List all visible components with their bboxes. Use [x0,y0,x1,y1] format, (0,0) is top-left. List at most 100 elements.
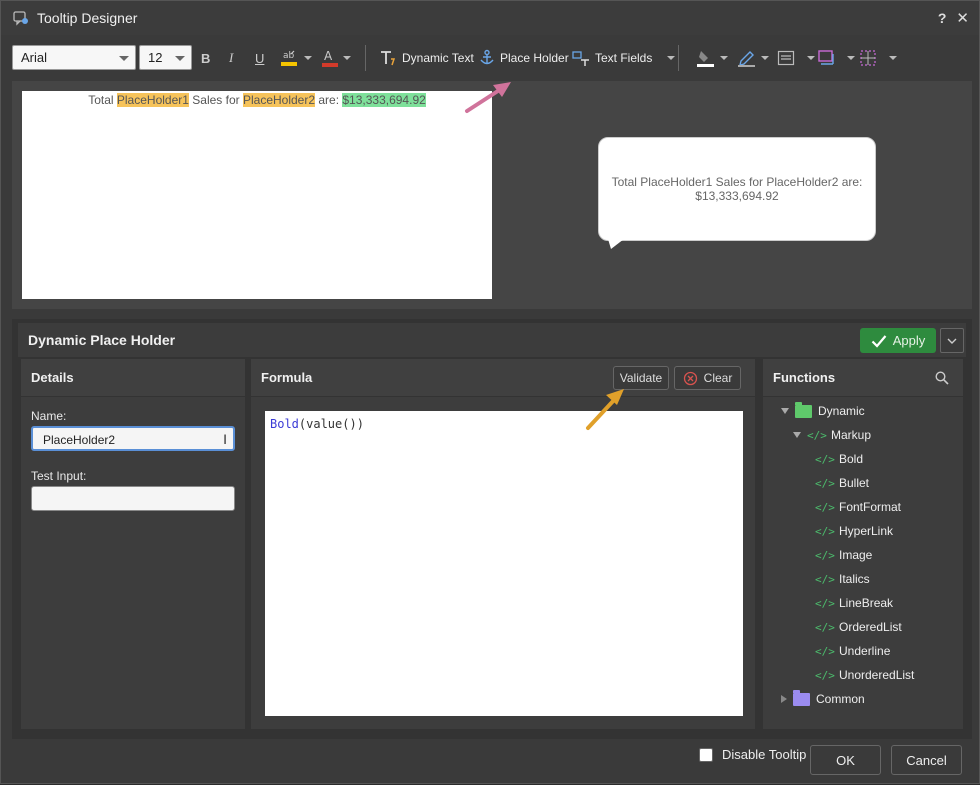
dynamic-text-button[interactable]: Dynamic Text [379,47,474,69]
test-input-field[interactable] [31,486,235,511]
function-item-label: HyperLink [839,524,894,538]
font-size-select[interactable]: 12 [139,45,192,70]
tree-node-markup[interactable]: </> Markup [793,425,871,445]
preview-text: Sales for [188,93,243,107]
function-item-fontformat[interactable]: </> FontFormat [815,497,901,517]
tree-node-dynamic[interactable]: Dynamic [781,401,865,421]
padding-button[interactable] [859,47,897,69]
tooltip-editor-canvas[interactable]: Total PlaceHolder1 Sales for PlaceHolder… [22,91,492,299]
shadow-box-icon [818,50,834,65]
chevron-down-icon [807,56,815,60]
name-field-value: PlaceHolder2 [43,433,116,447]
clear-icon [683,371,697,385]
name-field[interactable]: PlaceHolder2 I [31,426,235,451]
code-icon: </> [815,452,835,466]
code-icon: </> [815,500,835,514]
ok-button[interactable]: OK [810,745,881,775]
name-label: Name: [31,409,67,423]
function-item-hyperlink[interactable]: </> HyperLink [815,521,893,541]
function-item-label: Underline [839,644,891,658]
checkmark-icon [871,334,887,348]
tree-node-label: Common [816,692,865,706]
tooltip-designer-window: Tooltip Designer ? ✕ Arial 12 B I U ab A… [0,0,980,784]
formula-section: Formula Validate Clear Bold(value()) [251,359,755,729]
disable-tooltip-label[interactable]: Disable Tooltip [722,747,806,762]
help-icon[interactable]: ? [938,10,947,26]
bold-button[interactable]: B [201,47,210,69]
text-cursor-icon: I [223,431,227,447]
window-title: Tooltip Designer [37,10,138,26]
collapse-panel-button[interactable] [940,328,964,353]
function-item-bold[interactable]: </> Bold [815,449,863,469]
cancel-button[interactable]: Cancel [891,745,962,775]
font-color-icon: A [322,49,338,67]
alignment-button[interactable] [777,47,815,69]
chevron-down-icon [720,56,728,60]
border-color-button[interactable] [737,47,769,69]
font-color-button[interactable]: A [321,47,351,69]
placeholder1-token[interactable]: PlaceHolder1 [116,93,189,107]
chevron-down-icon [119,56,129,61]
functions-title: Functions [773,370,836,385]
expand-arrow-icon[interactable] [793,432,801,438]
formula-function-token: Bold [270,417,299,431]
function-item-label: Bullet [839,476,870,490]
code-icon: </> [815,476,835,490]
chevron-down-icon [343,56,351,60]
shadow-button[interactable] [817,47,855,69]
function-item-italics[interactable]: </> Italics [815,569,870,589]
chevron-down-icon [175,56,185,61]
app-icon [13,11,28,26]
dynamic-text-label: Dynamic Text [402,51,474,65]
formula-title: Formula [261,370,313,385]
font-family-value: Arial [21,50,48,65]
code-icon: </> [807,428,827,442]
tree-node-common[interactable]: Common [781,689,865,709]
function-item-underline[interactable]: </> Underline [815,641,890,661]
place-holder-button[interactable]: Place Holder [479,47,569,69]
panel-header: Dynamic Place Holder Apply [18,323,966,357]
dynamic-value-token[interactable]: $13,333,694.92 [342,93,426,107]
place-holder-label: Place Holder [500,51,569,65]
chevron-down-icon[interactable] [667,56,676,60]
fill-color-button[interactable] [696,47,728,69]
function-item-label: Bold [839,452,864,466]
function-item-bullet[interactable]: </> Bullet [815,473,869,493]
expand-arrow-icon[interactable] [781,408,789,414]
highlighter-icon: ab [281,50,297,66]
function-item-unorderedlist[interactable]: </> UnorderedList [815,665,914,685]
details-header: Details [21,359,245,397]
code-icon: </> [815,668,835,682]
disable-tooltip-checkbox[interactable] [699,748,713,762]
text-fields-label: Text Fields [595,51,653,65]
function-item-image[interactable]: </> Image [815,545,872,565]
search-icon[interactable] [935,371,949,385]
validate-button[interactable]: Validate [613,366,669,390]
text-fields-button[interactable]: Text Fields [572,47,676,69]
chevron-down-icon [304,56,312,60]
apply-button[interactable]: Apply [860,328,936,353]
fill-bucket-icon [697,51,714,67]
function-item-orderedlist[interactable]: </> OrderedList [815,617,902,637]
tooltip-bubble-tail [608,239,624,249]
font-family-select[interactable]: Arial [12,45,136,70]
code-icon: </> [815,644,835,658]
tooltip-preview-bubble: Total PlaceHolder1 Sales for PlaceHolder… [598,137,876,241]
underline-button[interactable]: U [255,47,264,69]
highlight-color-button[interactable]: ab [280,47,312,69]
pen-icon [738,51,755,67]
functions-header: Functions [763,359,963,397]
title-bar: Tooltip Designer ? ✕ [1,1,979,35]
function-item-linebreak[interactable]: </> LineBreak [815,593,893,613]
formula-editor[interactable]: Bold(value()) [265,411,743,716]
code-icon: </> [815,572,835,586]
close-icon[interactable]: ✕ [956,9,969,27]
placeholder2-token[interactable]: PlaceHolder2 [242,93,316,107]
italic-button[interactable]: I [229,47,233,69]
dialog-footer: Disable Tooltip OK Cancel [1,741,979,785]
code-icon: </> [815,524,835,538]
function-item-label: Italics [839,572,870,586]
expand-arrow-icon[interactable] [781,695,787,703]
chevron-down-icon [947,338,957,344]
clear-button[interactable]: Clear [674,366,741,390]
